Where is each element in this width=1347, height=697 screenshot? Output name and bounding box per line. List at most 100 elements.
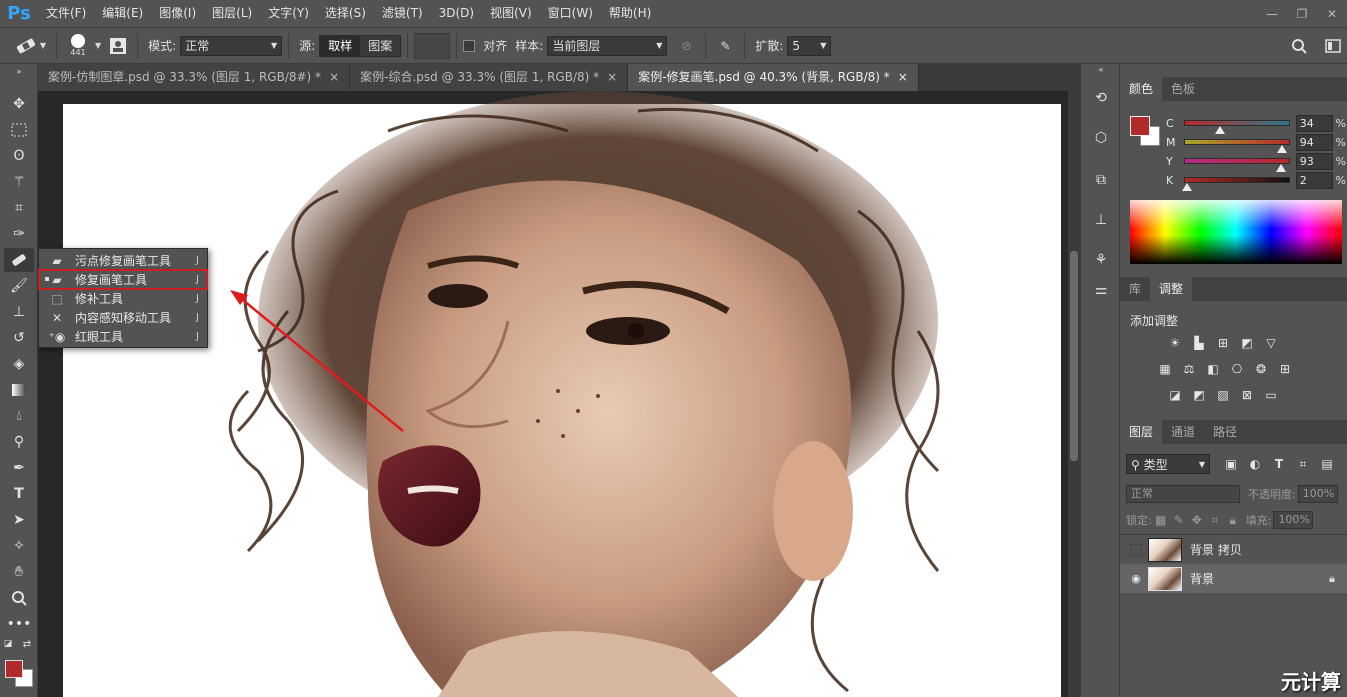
close-icon[interactable]: ×: [329, 64, 339, 91]
restore-button[interactable]: ❐: [1287, 0, 1317, 27]
tab-layers[interactable]: 图层: [1120, 420, 1163, 444]
magenta-slider[interactable]: [1183, 139, 1290, 153]
filter-type-icon[interactable]: T: [1270, 455, 1288, 473]
default-colors-icon[interactable]: ◪: [2, 638, 14, 650]
layer-row-selected[interactable]: ◉ 背景 🔒︎: [1120, 564, 1347, 593]
gradient-map-icon[interactable]: ▭: [1262, 386, 1280, 404]
workspace-icon[interactable]: [1320, 33, 1346, 59]
invert-icon[interactable]: ◪: [1166, 386, 1184, 404]
canvas-scrollbar[interactable]: [1068, 91, 1080, 697]
chevron-down-icon[interactable]: ▼: [95, 41, 101, 50]
hue-saturation-icon[interactable]: ▦: [1156, 360, 1174, 378]
3d-panel-icon[interactable]: ⬡: [1089, 126, 1113, 150]
adjustments-panel-icon[interactable]: ⚌: [1089, 278, 1113, 302]
align-checkbox[interactable]: [463, 39, 476, 52]
source-pattern-button[interactable]: 图案: [360, 35, 401, 56]
hand-tool-icon[interactable]: ✋︎: [4, 560, 34, 584]
filter-pixel-icon[interactable]: ▣: [1222, 455, 1240, 473]
document-canvas[interactable]: [38, 91, 1068, 697]
lock-all-icon[interactable]: 🔒︎: [1224, 511, 1242, 529]
color-lookup-icon[interactable]: ⊞: [1276, 360, 1294, 378]
curves-icon[interactable]: ⊞: [1214, 334, 1232, 352]
gradient-tool-icon[interactable]: [4, 378, 34, 402]
clone-stamp-tool-icon[interactable]: ⊥: [4, 300, 34, 324]
photo-filter-icon[interactable]: ⎔: [1228, 360, 1246, 378]
brightness-contrast-icon[interactable]: ☀: [1166, 334, 1184, 352]
foreground-color-chip[interactable]: [1130, 116, 1150, 136]
cyan-value-input[interactable]: 34: [1295, 114, 1333, 132]
menu-image[interactable]: 图像(I): [151, 0, 204, 27]
tab-libraries[interactable]: 库: [1120, 277, 1150, 301]
mode-select[interactable]: 正常 ▼: [180, 35, 283, 56]
source-sampled-button[interactable]: 取样: [320, 35, 361, 56]
scrollbar-thumb[interactable]: [1070, 251, 1078, 461]
channel-mixer-icon[interactable]: ❂: [1252, 360, 1270, 378]
yellow-slider[interactable]: [1183, 158, 1290, 172]
properties-panel-icon[interactable]: ⧉: [1089, 168, 1113, 192]
search-icon[interactable]: [1286, 33, 1312, 59]
menu-window[interactable]: 窗口(W): [540, 0, 601, 27]
menu-help[interactable]: 帮助(H): [601, 0, 659, 27]
brush-picker[interactable]: 441: [63, 34, 93, 57]
visibility-toggle[interactable]: [1130, 543, 1142, 556]
vibrance-icon[interactable]: ▽: [1262, 334, 1280, 352]
menu-select[interactable]: 选择(S): [317, 0, 374, 27]
brush-settings-icon[interactable]: [105, 33, 131, 59]
history-brush-tool-icon[interactable]: ↺: [4, 326, 34, 350]
pattern-picker[interactable]: [414, 32, 451, 59]
posterize-icon[interactable]: ◩: [1190, 386, 1208, 404]
exposure-icon[interactable]: ◩: [1238, 334, 1256, 352]
menu-type[interactable]: 文字(Y): [260, 0, 317, 27]
more-tools-icon[interactable]: •••: [4, 612, 34, 636]
ignore-adjustment-layers-icon[interactable]: ⊘: [673, 33, 699, 59]
menu-file[interactable]: 文件(F): [38, 0, 94, 27]
tab-document[interactable]: 案例-综合.psd @ 33.3% (图层 1, RGB/8) * ×: [350, 64, 629, 91]
yellow-value-input[interactable]: 93: [1295, 152, 1333, 170]
lasso-tool-icon[interactable]: ʘ: [4, 144, 34, 168]
canvas-area[interactable]: [38, 91, 1068, 697]
filter-shape-icon[interactable]: ⌗: [1294, 455, 1312, 473]
tab-document[interactable]: 案例-仿制图章.psd @ 33.3% (图层 1, RGB/8#) * ×: [38, 64, 351, 91]
foreground-color-swatch[interactable]: [5, 660, 23, 678]
swap-colors-icon[interactable]: ⇄: [20, 638, 34, 650]
menu-edit[interactable]: 编辑(E): [94, 0, 151, 27]
type-tool-icon[interactable]: T: [4, 482, 34, 506]
pen-tool-icon[interactable]: ✒: [4, 456, 34, 480]
healing-brush-tool-icon[interactable]: [4, 248, 34, 272]
tab-document-active[interactable]: 案例-修复画笔.psd @ 40.3% (背景, RGB/8) * ×: [628, 64, 919, 91]
close-icon[interactable]: ×: [607, 64, 617, 91]
eraser-tool-icon[interactable]: ◈: [4, 352, 34, 376]
layer-kind-filter-select[interactable]: ⚲ 类型 ▼: [1126, 454, 1210, 474]
menu-3d[interactable]: 3D(D): [431, 0, 482, 27]
tab-adjustments[interactable]: 调整: [1150, 277, 1193, 301]
filter-adjustment-icon[interactable]: ◐: [1246, 455, 1264, 473]
lock-position-icon[interactable]: ✥: [1188, 511, 1206, 529]
collapse-icon[interactable]: »: [4, 66, 34, 76]
layer-name[interactable]: 背景 拷贝: [1190, 541, 1242, 558]
levels-icon[interactable]: ▙: [1190, 334, 1208, 352]
opacity-input[interactable]: 100%: [1297, 485, 1338, 503]
collapse-icon[interactable]: «: [1089, 64, 1113, 74]
tab-swatches[interactable]: 色板: [1162, 77, 1204, 101]
black-white-icon[interactable]: ◧: [1204, 360, 1222, 378]
flyout-item-healing-brush[interactable]: ▰ 修复画笔工具 J: [38, 269, 208, 290]
path-selection-tool-icon[interactable]: ➤: [4, 508, 34, 532]
dodge-tool-icon[interactable]: ⚲: [4, 430, 34, 454]
cyan-slider[interactable]: [1183, 120, 1290, 134]
crop-tool-icon[interactable]: ⌗: [4, 196, 34, 220]
black-value-input[interactable]: 2: [1295, 171, 1333, 189]
minimize-button[interactable]: —: [1257, 0, 1287, 27]
selective-color-icon[interactable]: ⊠: [1238, 386, 1256, 404]
color-balance-icon[interactable]: ⚖: [1180, 360, 1198, 378]
flyout-item-red-eye[interactable]: ⁺◉ 红眼工具 J: [39, 327, 207, 346]
layer-name[interactable]: 背景: [1190, 570, 1214, 587]
lock-pixels-icon[interactable]: ✎: [1170, 511, 1188, 529]
tab-channels[interactable]: 通道: [1162, 420, 1204, 444]
black-slider[interactable]: [1181, 177, 1290, 191]
move-tool-icon[interactable]: ✥: [4, 92, 34, 116]
brush-tool-icon[interactable]: 🖌︎: [4, 274, 34, 298]
fill-input[interactable]: 100%: [1273, 511, 1314, 529]
threshold-icon[interactable]: ▨: [1214, 386, 1232, 404]
close-button[interactable]: ✕: [1317, 0, 1347, 27]
eye-icon[interactable]: ◉: [1130, 572, 1142, 585]
